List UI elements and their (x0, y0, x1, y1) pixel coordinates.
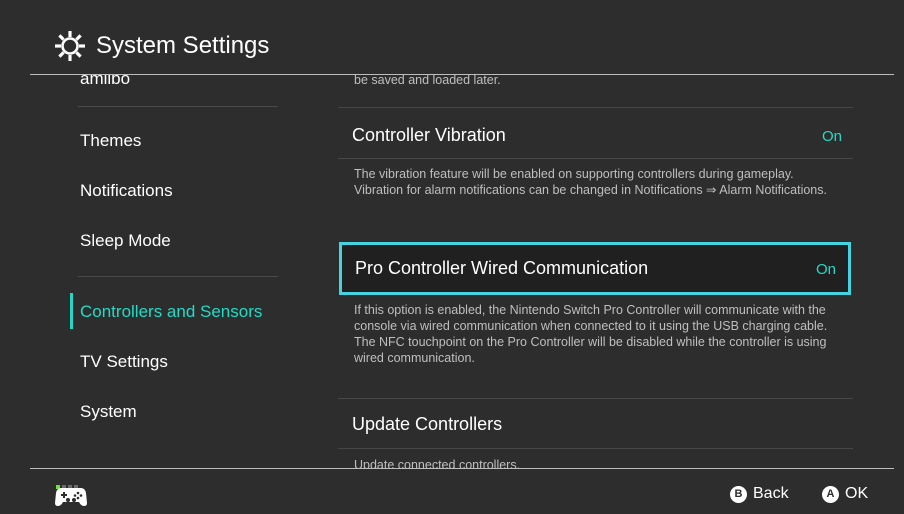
gear-icon (55, 31, 85, 61)
setting-value: On (821, 128, 842, 145)
sidebar-divider (78, 276, 278, 277)
player-indicator (56, 476, 80, 489)
list-divider (338, 398, 853, 399)
b-button-icon: B (730, 485, 747, 503)
header: System Settings (0, 0, 904, 74)
setting-description: be saved and loaded later. (354, 75, 501, 87)
sidebar-divider (78, 106, 278, 107)
system-settings-screen: System Settings amiibo Themes Notificati… (0, 0, 904, 514)
settings-list: be saved and loaded later. Controller Vi… (298, 75, 904, 468)
setting-description: The vibration feature will be enabled on… (354, 167, 827, 197)
sidebar-item-amiibo[interactable]: amiibo (80, 75, 130, 89)
active-indicator (70, 293, 73, 329)
ok-label: OK (845, 485, 869, 502)
list-divider (338, 158, 853, 159)
back-button[interactable]: B Back (730, 485, 789, 503)
a-button-icon: A (822, 485, 839, 503)
sidebar-item-system[interactable]: System (80, 402, 137, 422)
setting-value: On (815, 261, 836, 278)
sidebar-item-tv-settings[interactable]: TV Settings (80, 352, 168, 372)
ok-button[interactable]: A OK (822, 485, 868, 503)
page-title: System Settings (96, 32, 270, 59)
sidebar-item-themes[interactable]: Themes (80, 131, 141, 151)
footer: B Back A OK (0, 469, 904, 514)
setting-description: If this option is enabled, the Nintendo … (354, 303, 828, 365)
sidebar-item-notifications[interactable]: Notifications (80, 181, 173, 201)
list-divider (338, 448, 853, 449)
setting-description: Update connected controllers. (354, 458, 521, 468)
sidebar-item-sleep-mode[interactable]: Sleep Mode (80, 231, 171, 251)
setting-controller-vibration[interactable]: Controller Vibration (352, 125, 506, 146)
sidebar: amiibo Themes Notifications Sleep Mode C… (0, 75, 298, 468)
setting-pro-controller-wired-communication[interactable]: Pro Controller Wired Communication On (339, 242, 851, 295)
setting-update-controllers[interactable]: Update Controllers (352, 414, 502, 435)
list-divider (338, 107, 853, 108)
back-label: Back (753, 485, 789, 502)
controller-icon (55, 488, 87, 506)
sidebar-item-controllers-and-sensors[interactable]: Controllers and Sensors (80, 302, 262, 322)
setting-title: Pro Controller Wired Communication (355, 258, 649, 278)
